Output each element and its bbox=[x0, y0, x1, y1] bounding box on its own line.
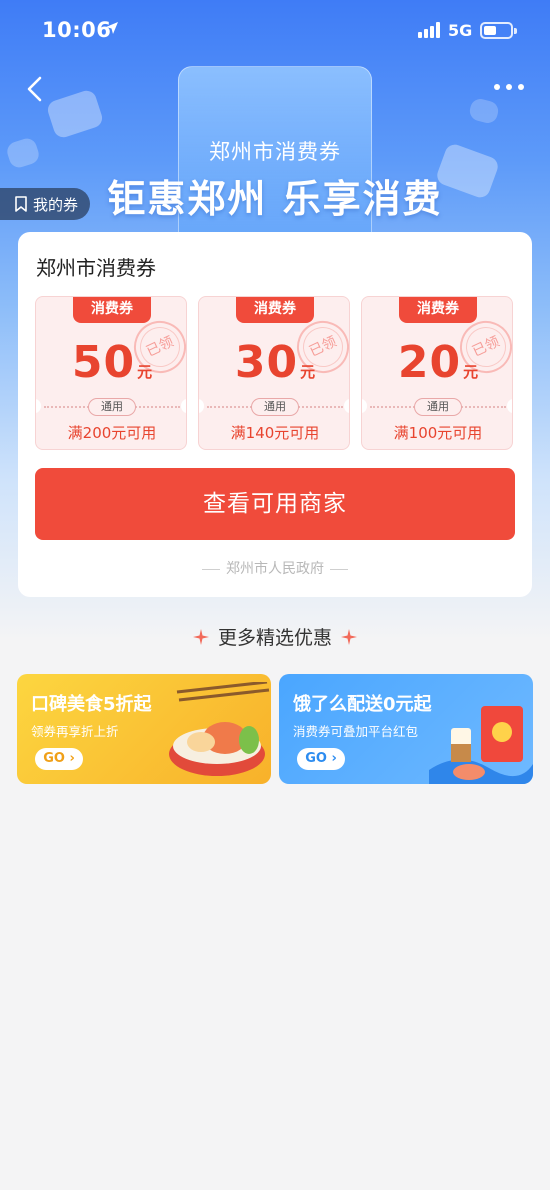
coupon-item[interactable]: 消费券 已领 30 元 通用 满140元可用 bbox=[198, 296, 350, 450]
coupon-amount: 50 元 bbox=[71, 337, 153, 388]
coupon-amount: 20 元 bbox=[397, 337, 479, 388]
promo-subtitle: 消费券可叠加平台红包 bbox=[293, 724, 419, 739]
chevron-right-icon: › bbox=[64, 751, 75, 766]
coupon-condition: 满140元可用 bbox=[230, 424, 320, 442]
more-offers-heading: 更多精选优惠 bbox=[0, 623, 550, 650]
network-type: 5G bbox=[448, 21, 473, 40]
coupon-item[interactable]: 消费券 已领 20 元 通用 满100元可用 bbox=[361, 296, 513, 450]
sparkle-icon bbox=[341, 629, 357, 645]
location-arrow-icon bbox=[106, 22, 118, 34]
status-bar: 10:06 5G bbox=[0, 0, 550, 60]
go-button[interactable]: GO › bbox=[35, 748, 83, 770]
coupon-condition: 满100元可用 bbox=[393, 424, 483, 442]
more-dots-icon[interactable] bbox=[492, 80, 526, 94]
more-offers-title: 更多精选优惠 bbox=[217, 627, 332, 649]
coupon-item[interactable]: 消费券 已领 50 元 通用 满200元可用 bbox=[35, 296, 187, 450]
issuer-footer: 郑州市人民政府 bbox=[18, 558, 532, 578]
coupon-tag: 消费券 bbox=[73, 297, 151, 323]
back-arrow-icon[interactable] bbox=[22, 72, 52, 106]
battery-icon bbox=[480, 22, 517, 39]
issuer-label: 郑州市人民政府 bbox=[226, 561, 324, 577]
decorative-coupon-shape bbox=[45, 88, 105, 140]
card-title: 郑州市消费券 bbox=[36, 256, 156, 280]
hero-subtitle: 郑州市消费券 bbox=[209, 140, 341, 164]
sparkle-icon bbox=[192, 629, 209, 645]
promo-title: 饿了么配送0元起 bbox=[293, 694, 432, 715]
chevron-right-icon: › bbox=[326, 751, 337, 766]
promo-title: 口碑美食5折起 bbox=[31, 694, 152, 715]
bookmark-icon bbox=[15, 196, 27, 212]
promo-eleme-banner[interactable]: 饿了么配送0元起 消费券可叠加平台红包 GO › bbox=[279, 674, 533, 784]
coupon-tag: 消费券 bbox=[399, 297, 477, 323]
signal-icon bbox=[418, 22, 440, 38]
my-coupons-label: 我的券 bbox=[33, 195, 79, 214]
coupon-scope-badge: 通用 bbox=[251, 398, 299, 416]
delivery-illustration bbox=[429, 706, 533, 784]
promo-subtitle: 领券再享折上折 bbox=[31, 724, 119, 739]
view-merchants-button[interactable]: 查看可用商家 bbox=[35, 468, 515, 540]
go-button[interactable]: GO › bbox=[297, 748, 345, 770]
coupon-amount: 30 元 bbox=[234, 337, 316, 388]
promo-food-banner[interactable]: 口碑美食5折起 领券再享折上折 GO › bbox=[17, 674, 271, 784]
food-illustration bbox=[169, 682, 270, 776]
coupon-tag: 消费券 bbox=[236, 297, 314, 323]
coupon-condition: 满200元可用 bbox=[67, 424, 157, 442]
my-coupons-button[interactable]: 我的券 bbox=[0, 188, 91, 220]
status-time: 10:06 bbox=[42, 18, 112, 42]
coupon-scope-badge: 通用 bbox=[414, 398, 462, 416]
decorative-coupon-shape bbox=[467, 96, 501, 126]
coupon-card: 郑州市消费券 消费券 已领 50 元 通用 满200元可用 消费券 已领 30 元 … bbox=[18, 232, 532, 597]
coupon-scope-badge: 通用 bbox=[88, 398, 136, 416]
